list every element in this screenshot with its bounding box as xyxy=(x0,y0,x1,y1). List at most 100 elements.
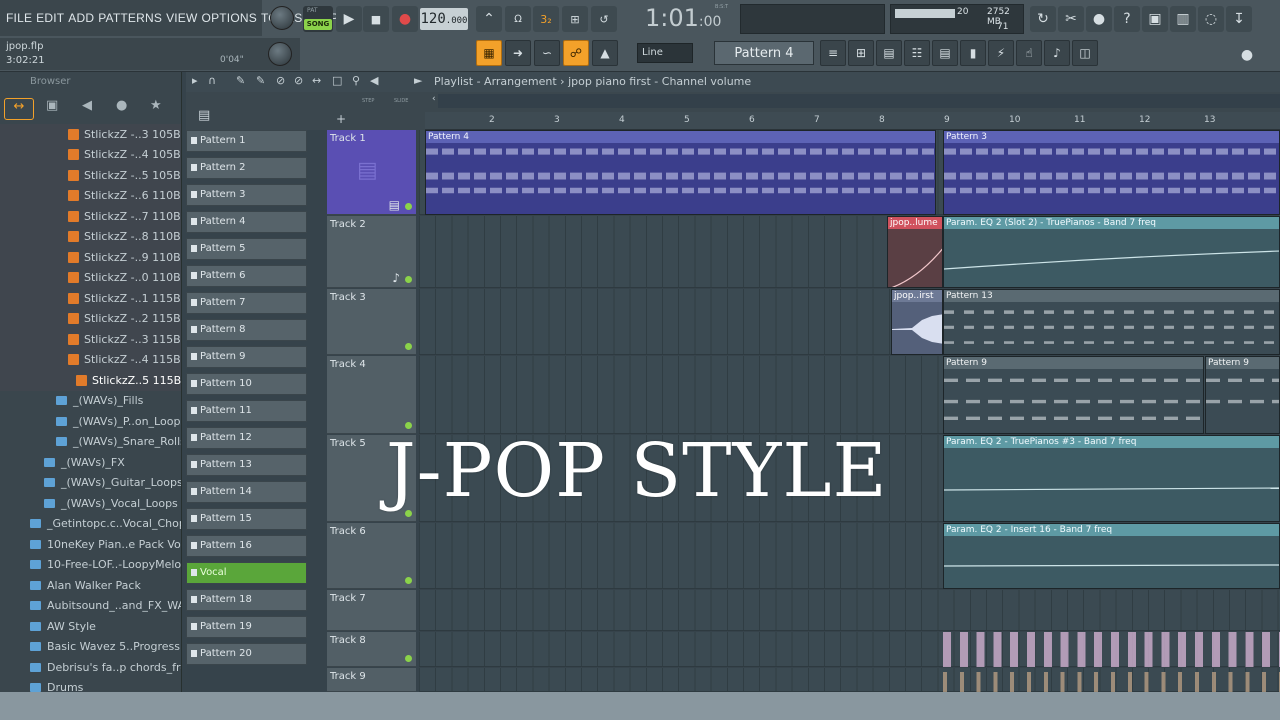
pattern-item[interactable]: Pattern 16 xyxy=(186,535,307,557)
magnet-icon[interactable]: ∩ xyxy=(208,74,216,87)
track-mute-dot[interactable] xyxy=(405,343,412,350)
mixer-icon[interactable]: ≡ xyxy=(820,40,846,66)
pattern-item[interactable]: Pattern 8 xyxy=(186,319,307,341)
track-header-3[interactable]: Track 3 xyxy=(327,289,416,355)
browser-file[interactable]: StlickzZ -..8 110BPM xyxy=(0,226,181,247)
pattern-selector[interactable]: Pattern 4 xyxy=(714,41,814,65)
metronome-icon[interactable]: ⌃ xyxy=(476,6,502,32)
browser-folder[interactable]: 10neKey Pian..e Pack Vol. 1 xyxy=(0,534,181,555)
link-button[interactable]: ☍ xyxy=(563,40,589,66)
zoom-icon[interactable]: ⚲ xyxy=(352,74,360,87)
pattern-item[interactable]: Pattern 13 xyxy=(186,454,307,476)
browser-file[interactable]: StlickzZ -..4 105BPM xyxy=(0,144,181,165)
browser-folder[interactable]: _(WAVs)_FX xyxy=(0,452,181,473)
pattern-item[interactable]: Pattern 10 xyxy=(186,373,307,395)
cart-icon[interactable]: ◫ xyxy=(1072,40,1098,66)
piano-roll-icon[interactable]: ▤ xyxy=(876,40,902,66)
plugin-icon[interactable]: ▮ xyxy=(960,40,986,66)
track-lane-1[interactable]: Pattern 4 Pattern 3 xyxy=(419,130,1280,215)
browser-tab-speaker[interactable]: ◀ xyxy=(82,98,92,113)
pattern-item[interactable]: Pattern 19 xyxy=(186,616,307,638)
undo-icon[interactable]: ↻ xyxy=(1030,6,1056,32)
track-header-1[interactable]: Track 1 ▤ ▤ xyxy=(327,130,416,215)
track-lane-4[interactable]: Pattern 9 Pattern 9 xyxy=(419,356,1280,434)
track-header-2[interactable]: Track 2 ♪ xyxy=(327,216,416,288)
wait-input-icon[interactable]: Ω xyxy=(505,6,531,32)
cut-icon[interactable]: ✂ xyxy=(1058,6,1084,32)
timeline-ruler[interactable]: 2 3 4 5 6 7 8 9 10 11 12 13 xyxy=(425,112,1280,130)
pattern-item[interactable]: Pattern 12 xyxy=(186,427,307,449)
stop-icon[interactable]: ■ xyxy=(363,6,389,32)
pattern-item[interactable]: Pattern 2 xyxy=(186,157,307,179)
audio-clip[interactable]: jpop..irst xyxy=(891,289,943,355)
save-icon[interactable]: ▣ xyxy=(1142,6,1168,32)
browser-tab-plugins[interactable]: ● xyxy=(116,98,127,113)
stamp-button[interactable]: ▲ xyxy=(592,40,618,66)
track-mute-dot[interactable] xyxy=(405,655,412,662)
channel-rack-icon[interactable]: ⊞ xyxy=(848,40,874,66)
browser-file[interactable]: StlickzZ -..7 110BPM xyxy=(0,206,181,227)
pattern-item[interactable]: Pattern 5 xyxy=(186,238,307,260)
menu-edit[interactable]: EDIT xyxy=(36,11,64,25)
browser-file[interactable]: StlickzZ -..9 110BPM xyxy=(0,247,181,268)
browser-file[interactable]: StlickzZ -..4 115BPM xyxy=(0,349,181,370)
track-header-6[interactable]: Track 6 xyxy=(327,523,416,589)
playlist-menu-icon[interactable]: ▸ xyxy=(192,74,198,87)
add-track-icon[interactable]: + xyxy=(336,112,346,126)
horizontal-scrollbar[interactable] xyxy=(438,94,1280,108)
brush-icon[interactable]: ✎ xyxy=(256,74,265,87)
pattern-item[interactable]: Pattern 14 xyxy=(186,481,307,503)
menu-add[interactable]: ADD xyxy=(68,11,94,25)
browser-folder[interactable]: Aubitsound_..and_FX_WAV xyxy=(0,596,181,617)
browser-file[interactable]: StlickzZ -..3 105BPM xyxy=(0,124,181,145)
browser-folder[interactable]: _Getintopc.c..Vocal_Chops xyxy=(0,514,181,535)
browser-file[interactable]: StlickzZ -..3 115BPM xyxy=(0,329,181,350)
automation-clip[interactable]: jpop..lume xyxy=(887,216,943,288)
browser-file[interactable]: StlickzZ..5 115BPM xyxy=(0,370,181,391)
browser-file[interactable]: StlickzZ -..6 110BPM xyxy=(0,185,181,206)
step-edit-icon[interactable]: ⊞ xyxy=(562,6,588,32)
menu-patterns[interactable]: PATTERNS xyxy=(98,11,162,25)
track-lane-8[interactable] xyxy=(419,632,1280,667)
track-header-8[interactable]: Track 8 xyxy=(327,632,416,667)
microphone-icon[interactable]: ● xyxy=(1086,6,1112,32)
touch-icon[interactable]: ☝ xyxy=(1016,40,1042,66)
pattern-clip[interactable]: Pattern 3 xyxy=(943,130,1280,215)
pattern-clip[interactable]: Pattern 4 xyxy=(425,130,936,215)
automation-clip[interactable]: Param. EQ 2 - TruePianos #3 - Band 7 fre… xyxy=(943,435,1280,522)
pat-song-toggle[interactable]: PAT SONG xyxy=(303,6,333,32)
track-header-9[interactable]: Track 9 xyxy=(327,668,416,692)
pattern-clip[interactable]: Pattern 9 xyxy=(1205,356,1280,434)
chat-icon[interactable]: ◌ xyxy=(1198,6,1224,32)
scroll-left-icon[interactable]: ‹ xyxy=(432,94,436,104)
browser-folder[interactable]: _(WAVs)_Fills xyxy=(0,391,181,412)
pattern-item[interactable]: Pattern 3 xyxy=(186,184,307,206)
pattern-item[interactable]: Pattern 15 xyxy=(186,508,307,530)
pattern-item[interactable]: Pattern 6 xyxy=(186,265,307,287)
track-header-7[interactable]: Track 7 xyxy=(327,590,416,631)
track-mute-dot[interactable] xyxy=(405,276,412,283)
plug-icon[interactable]: ⚡ xyxy=(988,40,1014,66)
menu-view[interactable]: VIEW xyxy=(166,11,197,25)
arrow-left-icon[interactable]: ► xyxy=(414,74,422,87)
master-pitch-knob[interactable] xyxy=(270,6,294,30)
pattern-item[interactable]: Pattern 7 xyxy=(186,292,307,314)
record-icon[interactable]: ● xyxy=(392,6,418,32)
tempo-tap-icon[interactable]: ♪ xyxy=(1044,40,1070,66)
browser-icon[interactable]: ▤ xyxy=(932,40,958,66)
track-lane-3[interactable]: jpop..irst Pattern 13 xyxy=(419,289,1280,355)
pattern-item[interactable]: Vocal xyxy=(186,562,307,584)
browser-tab-project[interactable]: ▣ xyxy=(46,98,58,113)
track-header-4[interactable]: Track 4 xyxy=(327,356,416,434)
globe-icon[interactable]: ● xyxy=(1234,42,1260,68)
arrow-button[interactable]: ➜ xyxy=(505,40,531,66)
browser-folder[interactable]: Alan Walker Pack xyxy=(0,575,181,596)
automation-clip[interactable]: Param. EQ 2 - Insert 16 - Band 7 freq xyxy=(943,523,1280,589)
pattern-item[interactable]: Pattern 20 xyxy=(186,643,307,665)
menu-options[interactable]: OPTIONS xyxy=(202,11,257,25)
automation-clip[interactable]: Param. EQ 2 (Slot 2) - TruePianos - Band… xyxy=(943,216,1280,288)
track-lane-9[interactable] xyxy=(419,668,1280,692)
browser-folder[interactable]: 10-Free-LOF..-LoopyMelody xyxy=(0,555,181,576)
browser-folder[interactable]: _(WAVs)_Vocal_Loops xyxy=(0,493,181,514)
browser-folder[interactable]: _(WAVs)_P..on_Loops xyxy=(0,411,181,432)
